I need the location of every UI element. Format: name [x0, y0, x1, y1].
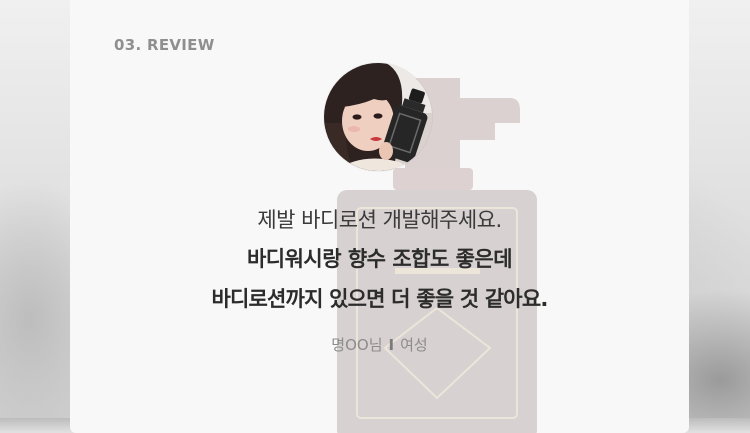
review-quote-line-2: 바디워시랑 향수 조합도 좋은데 — [246, 247, 513, 271]
reviewer-info: 명OO님 I 여성 — [70, 334, 689, 355]
reviewer-gender: 여성 — [400, 336, 428, 354]
review-card: 03. REVIEW 제발 바디로션 개발해주세요. 바디워시랑 향수 조합도 … — [70, 0, 689, 433]
review-quote-line-1: 제발 바디로션 개발해주세요. — [257, 208, 502, 232]
review-quote-line-3: 바디로션까지 있으면 더 좋을 것 같아요. — [211, 287, 548, 311]
reviewer-separator: I — [388, 336, 395, 354]
reviewer-photo-icon — [324, 63, 432, 171]
reviewer-avatar — [324, 63, 432, 171]
section-label: 03. REVIEW — [114, 36, 215, 54]
reviewer-name: 명OO님 — [331, 336, 383, 354]
